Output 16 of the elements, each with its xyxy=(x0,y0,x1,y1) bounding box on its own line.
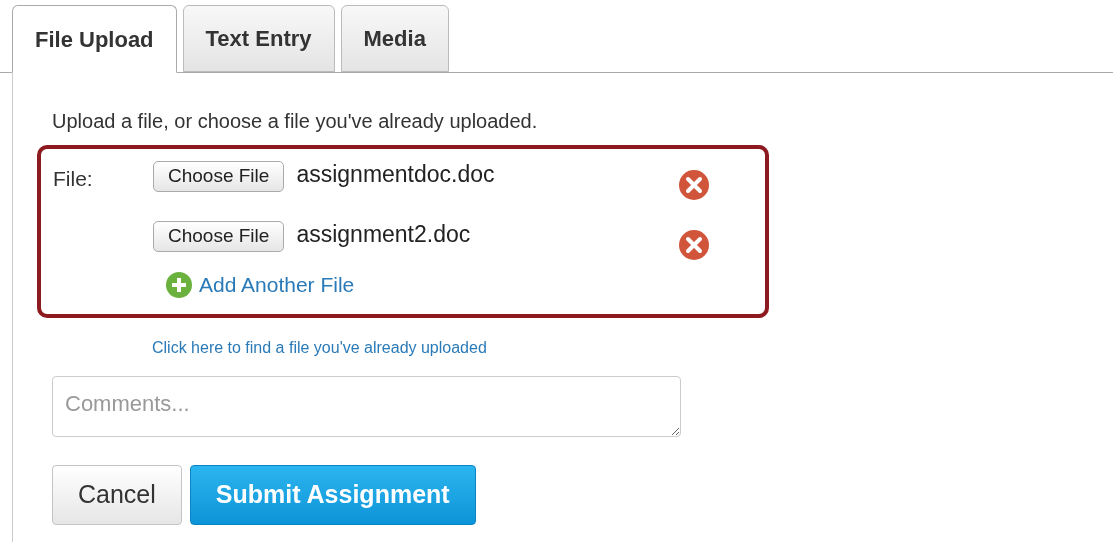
file-name: assignment2.doc xyxy=(296,220,472,249)
tab[interactable]: File Upload xyxy=(12,5,177,73)
cancel-button[interactable]: Cancel xyxy=(52,465,182,525)
choose-file-button[interactable]: Choose File xyxy=(153,161,285,192)
file-label: File: xyxy=(53,166,94,192)
remove-icon[interactable] xyxy=(678,229,711,261)
instructions: Upload a file, or choose a file you've already uploaded. xyxy=(51,109,539,133)
tab[interactable]: Media xyxy=(340,5,449,72)
file-name: assignmentdoc.doc xyxy=(296,160,496,189)
find-file-link[interactable]: Click here to find a file you've already uploaded xyxy=(152,336,1113,360)
add-icon[interactable] xyxy=(165,270,193,299)
tab[interactable]: Text Entry xyxy=(182,5,335,72)
choose-file-button[interactable]: Choose File xyxy=(153,221,285,252)
add-file-link[interactable]: Add Another File xyxy=(199,269,355,301)
comments-field[interactable]: Comments... xyxy=(52,376,681,437)
remove-icon[interactable] xyxy=(678,169,711,201)
